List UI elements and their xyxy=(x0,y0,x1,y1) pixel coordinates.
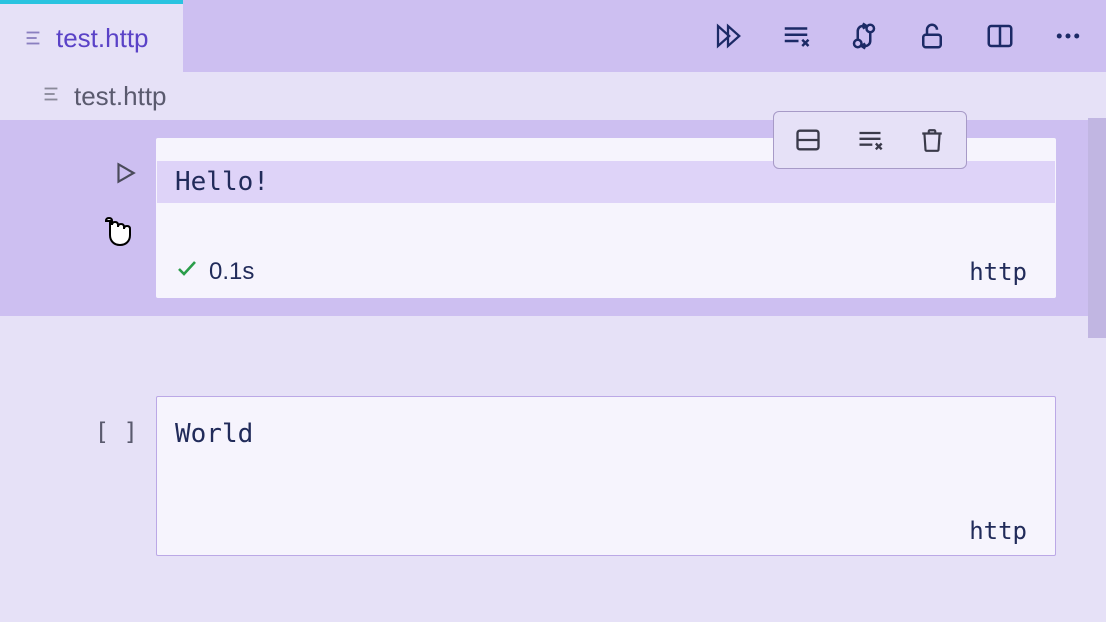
cell-1[interactable]: Hello! 0.1s http xyxy=(0,120,1106,316)
notebook-cells: Hello! 0.1s http [ ] World xyxy=(0,120,1106,556)
cell-gutter[interactable]: [ ] xyxy=(0,396,156,556)
split-editor-icon[interactable] xyxy=(982,18,1018,54)
execution-brackets: [ ] xyxy=(95,418,138,446)
editor-top-actions xyxy=(710,0,1086,72)
cell-gutter[interactable] xyxy=(0,138,156,298)
cell-2[interactable]: [ ] World http xyxy=(0,396,1106,556)
cell-language[interactable]: http xyxy=(969,258,1027,286)
cell-footer: 0.1s http xyxy=(157,246,1055,297)
run-cell-icon[interactable] xyxy=(112,160,138,192)
cell-body[interactable]: World http xyxy=(156,396,1056,556)
clear-output-icon[interactable] xyxy=(852,122,888,158)
run-all-icon[interactable] xyxy=(710,18,746,54)
cell-toolbar xyxy=(773,111,967,169)
more-icon[interactable] xyxy=(1050,18,1086,54)
clear-all-icon[interactable] xyxy=(778,18,814,54)
split-cell-icon[interactable] xyxy=(790,122,826,158)
diff-icon[interactable] xyxy=(846,18,882,54)
tab-test-http[interactable]: test.http xyxy=(0,0,183,72)
cell-footer: http xyxy=(157,507,1055,555)
delete-cell-icon[interactable] xyxy=(914,122,950,158)
cell-body[interactable]: Hello! 0.1s http xyxy=(156,138,1056,298)
unlock-icon[interactable] xyxy=(914,18,950,54)
tab-label: test.http xyxy=(56,23,149,54)
cell-language[interactable]: http xyxy=(969,517,1027,545)
tab-bar: test.http xyxy=(0,0,1106,72)
check-icon xyxy=(175,256,199,287)
breadcrumb-label: test.http xyxy=(74,81,167,112)
scrollbar[interactable] xyxy=(1088,118,1106,338)
file-icon xyxy=(22,27,44,49)
file-icon xyxy=(40,81,62,112)
cell-code[interactable]: World xyxy=(175,419,1037,449)
execution-time: 0.1s xyxy=(209,258,254,286)
